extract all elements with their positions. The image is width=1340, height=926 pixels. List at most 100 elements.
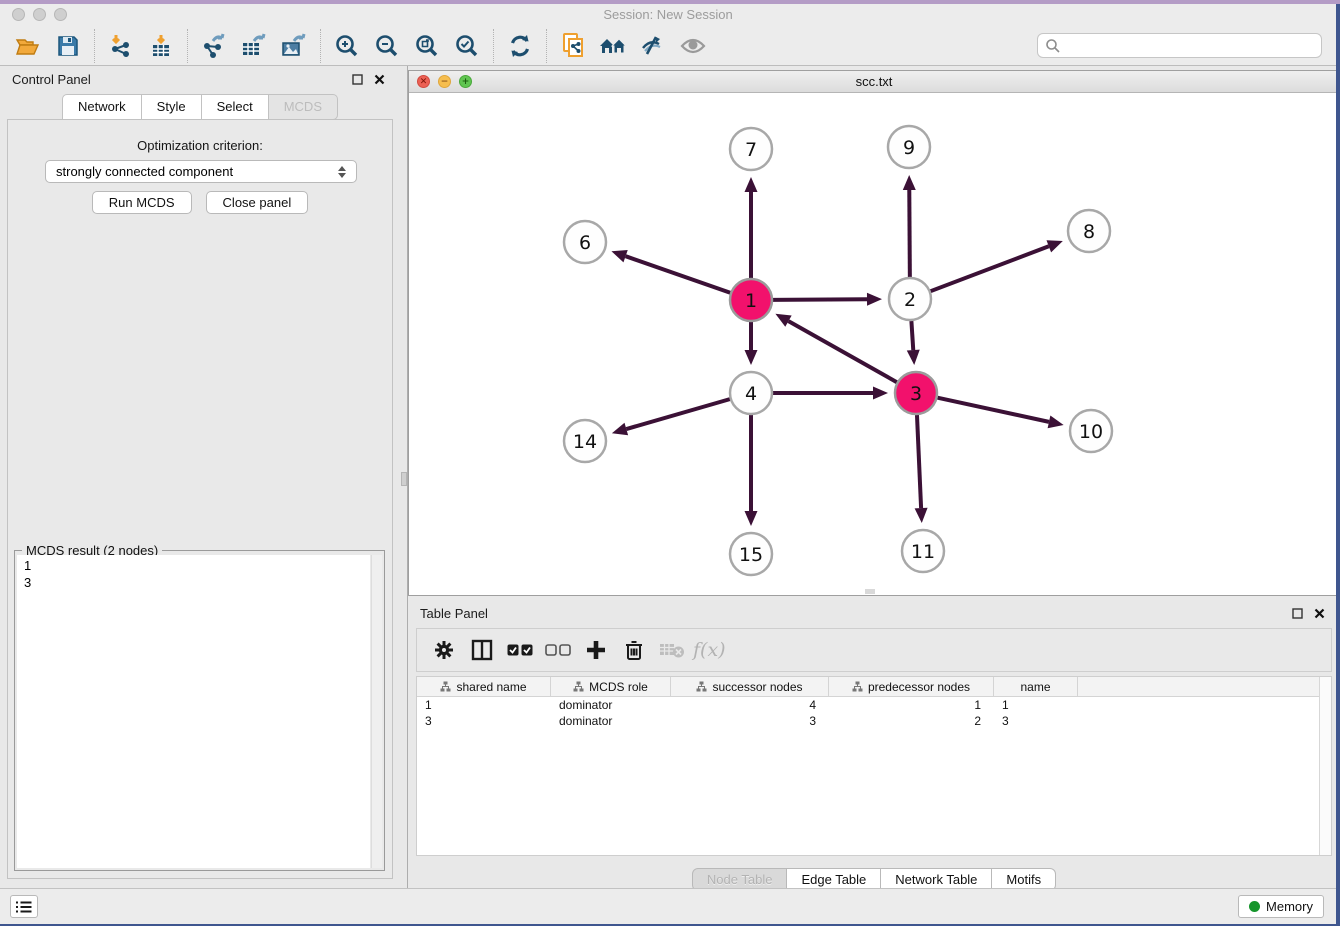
graph-edge[interactable] [907, 321, 920, 365]
clone-network-button[interactable] [553, 30, 593, 62]
column-header[interactable]: successor nodes [671, 677, 829, 696]
edge-arrowhead-icon [915, 508, 928, 523]
control-panel-close-button[interactable] [370, 71, 388, 87]
table-cell[interactable]: 1 [994, 697, 1078, 713]
table-cell[interactable]: 1 [417, 697, 551, 713]
panel-splitter[interactable] [400, 66, 408, 888]
zoom-fit-button[interactable] [407, 30, 447, 62]
control-panel-float-button[interactable] [348, 71, 366, 87]
create-column-button[interactable] [579, 634, 613, 666]
table-panel-close-button[interactable] [1310, 605, 1328, 621]
splitter-grip-icon[interactable] [401, 472, 407, 486]
graph-node[interactable]: 10 [1070, 410, 1112, 452]
network-view-window: ✕ − + scc.txt 7968124314101511 [408, 70, 1340, 596]
graph-node[interactable]: 3 [895, 372, 937, 414]
hide-graphics-details-button[interactable] [633, 30, 673, 62]
graph-edge[interactable] [903, 175, 916, 277]
list-item[interactable]: 3 [24, 574, 363, 591]
export-image-button[interactable] [274, 30, 314, 62]
home-button[interactable] [593, 30, 633, 62]
task-history-button[interactable] [10, 895, 38, 918]
graph-edge[interactable] [745, 177, 758, 278]
column-chooser-button[interactable] [465, 634, 499, 666]
graph-node[interactable]: 8 [1068, 210, 1110, 252]
node-label: 15 [739, 544, 763, 566]
memory-status-button[interactable]: Memory [1238, 895, 1324, 918]
table-cell[interactable]: 3 [417, 713, 551, 729]
graph-node[interactable]: 14 [564, 420, 606, 462]
table-cell[interactable]: 3 [671, 713, 829, 729]
apply-preferred-layout-button[interactable] [500, 30, 540, 62]
zoom-out-button[interactable] [367, 30, 407, 62]
graph-edge[interactable] [773, 387, 888, 400]
open-session-button[interactable] [8, 30, 48, 62]
graph-node[interactable]: 7 [730, 128, 772, 170]
table-cell[interactable]: dominator [551, 713, 671, 729]
edge-arrowhead-icon [745, 350, 758, 365]
column-header-label: MCDS role [589, 680, 648, 694]
tab-style[interactable]: Style [142, 94, 202, 120]
table-cell[interactable]: 3 [994, 713, 1078, 729]
select-stepper-icon [338, 166, 346, 178]
tab-mcds[interactable]: MCDS [269, 94, 338, 120]
export-network-button[interactable] [194, 30, 234, 62]
export-table-button[interactable] [234, 30, 274, 62]
control-panel: Control Panel NetworkStyleSelectMCDS Opt… [0, 66, 400, 888]
result-scrollbar[interactable] [371, 555, 382, 868]
table-cell[interactable]: 1 [829, 697, 994, 713]
table-panel-float-button[interactable] [1288, 605, 1306, 621]
graph-edge[interactable] [745, 415, 758, 526]
graph-node[interactable]: 9 [888, 126, 930, 168]
graph-edge[interactable] [937, 398, 1063, 429]
graph-edge[interactable] [611, 250, 730, 293]
select-all-columns-button[interactable] [503, 634, 537, 666]
graph-edge[interactable] [775, 314, 896, 382]
zoom-selected-button[interactable] [447, 30, 487, 62]
graph-edge[interactable] [745, 322, 758, 365]
edge-arrowhead-icon [611, 250, 627, 262]
table-row[interactable]: 1dominator411 [417, 697, 1331, 713]
save-session-button[interactable] [48, 30, 88, 62]
mcds-result-list[interactable]: 13 [17, 555, 370, 868]
toolbar-separator [94, 29, 95, 63]
tab-network[interactable]: Network [62, 94, 142, 120]
network-window-title: scc.txt [409, 74, 1339, 89]
table-cell[interactable]: 2 [829, 713, 994, 729]
graph-node[interactable]: 4 [730, 372, 772, 414]
graph-edge[interactable] [931, 240, 1063, 291]
table-settings-button[interactable] [427, 634, 461, 666]
import-table-button[interactable] [141, 30, 181, 62]
graph-node[interactable]: 2 [889, 278, 931, 320]
search-input[interactable] [1061, 38, 1314, 53]
deselect-all-columns-button[interactable] [541, 634, 575, 666]
control-panel-header: Control Panel [0, 66, 400, 92]
graph-edge[interactable] [915, 415, 928, 523]
column-header[interactable]: shared name [417, 677, 551, 696]
edge-arrowhead-icon [612, 423, 628, 435]
graph-node[interactable]: 6 [564, 221, 606, 263]
table-cell[interactable]: dominator [551, 697, 671, 713]
table-cell[interactable]: 4 [671, 697, 829, 713]
zoom-in-button[interactable] [327, 30, 367, 62]
column-header[interactable]: predecessor nodes [829, 677, 994, 696]
tab-select[interactable]: Select [202, 94, 269, 120]
delete-column-button[interactable] [617, 634, 651, 666]
graph-edge[interactable] [612, 399, 730, 435]
toolbar-separator [493, 29, 494, 63]
column-header[interactable]: MCDS role [551, 677, 671, 696]
graph-node[interactable]: 1 [730, 279, 772, 321]
criterion-select[interactable]: strongly connected component [45, 160, 357, 183]
canvas-resize-grip[interactable] [865, 589, 875, 594]
network-canvas[interactable]: 7 9 6 8 1 2 4 3 14 10 15 11 [409, 93, 1339, 595]
show-hidden-button[interactable] [673, 30, 713, 62]
graph-node[interactable]: 15 [730, 533, 772, 575]
graph-edge[interactable] [773, 293, 882, 306]
list-item[interactable]: 1 [24, 557, 363, 574]
table-row[interactable]: 3dominator323 [417, 713, 1331, 729]
graph-node[interactable]: 11 [902, 530, 944, 572]
import-network-button[interactable] [101, 30, 141, 62]
table-scrollbar[interactable] [1319, 677, 1331, 855]
close-panel-button[interactable]: Close panel [206, 191, 309, 214]
column-header[interactable]: name [994, 677, 1078, 696]
run-mcds-button[interactable]: Run MCDS [92, 191, 192, 214]
